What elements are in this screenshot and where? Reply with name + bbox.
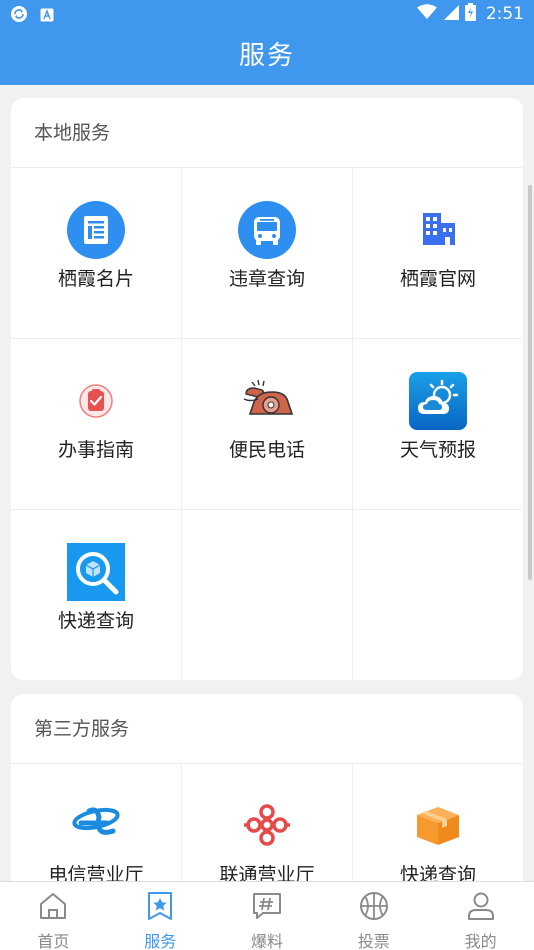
status-time: 2:51 bbox=[485, 4, 524, 24]
service-item-label: 栖霞名片 bbox=[57, 268, 134, 290]
tab-label: 我的 bbox=[464, 932, 497, 950]
weather-icon bbox=[409, 372, 467, 430]
china-telecom-icon bbox=[67, 797, 125, 855]
empty-grid-cell bbox=[353, 510, 523, 680]
app-header: 服务 bbox=[0, 28, 534, 85]
page-title: 服务 bbox=[238, 41, 295, 71]
service-item-qixia-card[interactable]: 栖霞名片 bbox=[11, 168, 182, 339]
service-item-weather[interactable]: 天气预报 bbox=[353, 339, 523, 510]
keyboard-a-icon bbox=[40, 7, 54, 26]
service-item-label: 快递查询 bbox=[399, 864, 476, 881]
wifi-icon bbox=[416, 4, 437, 24]
hash-chat-icon bbox=[251, 890, 283, 926]
service-item-label: 电信营业厅 bbox=[48, 864, 144, 881]
bus-icon bbox=[238, 201, 296, 259]
home-icon bbox=[37, 890, 69, 926]
user-icon bbox=[465, 890, 497, 926]
status-bar: 2:51 bbox=[0, 0, 534, 28]
service-item-express-third-party[interactable]: 快递查询 bbox=[353, 764, 523, 881]
service-item-qixia-website[interactable]: 栖霞官网 bbox=[353, 168, 523, 339]
service-item-label: 快递查询 bbox=[57, 610, 134, 632]
service-item-label: 天气预报 bbox=[399, 439, 476, 461]
tab-vote[interactable]: 投票 bbox=[320, 882, 427, 950]
sync-icon bbox=[10, 5, 28, 27]
service-item-label: 联通营业厅 bbox=[219, 864, 315, 881]
tab-label: 爆料 bbox=[250, 932, 283, 950]
tab-service[interactable]: 服务 bbox=[107, 882, 214, 950]
service-item-express[interactable]: 快递查询 bbox=[11, 510, 182, 680]
section-title: 本地服务 bbox=[11, 98, 523, 168]
third-party-services-card: 第三方服务 电信营业厅 联通营业厅 快递查询 bbox=[11, 694, 523, 881]
tab-mine[interactable]: 我的 bbox=[427, 882, 534, 950]
tab-label: 服务 bbox=[144, 932, 177, 950]
tab-home[interactable]: 首页 bbox=[0, 882, 107, 950]
service-item-label: 违章查询 bbox=[228, 268, 305, 290]
basketball-icon bbox=[358, 890, 390, 926]
china-unicom-icon bbox=[238, 797, 296, 855]
clipboard-check-icon bbox=[67, 372, 125, 430]
service-item-label: 便民电话 bbox=[228, 439, 305, 461]
star-bookmark-icon bbox=[144, 890, 176, 926]
battery-icon bbox=[464, 3, 476, 25]
signal-icon bbox=[443, 4, 459, 24]
service-item-telecom[interactable]: 电信营业厅 bbox=[11, 764, 182, 881]
service-grid: 栖霞名片 违章查询 栖霞官网 办事指南 便民电话 天气预报 快递查询 bbox=[11, 168, 523, 680]
building-icon bbox=[409, 201, 467, 259]
service-grid: 电信营业厅 联通营业厅 快递查询 bbox=[11, 764, 523, 881]
document-icon bbox=[67, 201, 125, 259]
bottom-tab-bar: 首页 服务 爆料 投票 我的 bbox=[0, 881, 534, 950]
empty-grid-cell bbox=[182, 510, 353, 680]
tab-label: 投票 bbox=[357, 932, 390, 950]
service-item-label: 办事指南 bbox=[57, 439, 134, 461]
local-services-card: 本地服务 栖霞名片 违章查询 栖霞官网 办事指南 便民电话 天气预报 快递查询 bbox=[11, 98, 523, 680]
tab-tip-off[interactable]: 爆料 bbox=[214, 882, 321, 950]
package-search-icon bbox=[67, 543, 125, 601]
service-item-hotline[interactable]: 便民电话 bbox=[182, 339, 353, 510]
tab-label: 首页 bbox=[37, 932, 70, 950]
scrollbar[interactable] bbox=[528, 185, 532, 580]
service-item-violation-query[interactable]: 违章查询 bbox=[182, 168, 353, 339]
service-item-label: 栖霞官网 bbox=[399, 268, 476, 290]
service-item-unicom[interactable]: 联通营业厅 bbox=[182, 764, 353, 881]
package-box-icon bbox=[409, 797, 467, 855]
service-item-guide[interactable]: 办事指南 bbox=[11, 339, 182, 510]
section-title: 第三方服务 bbox=[11, 694, 523, 764]
service-scroll-area[interactable]: 本地服务 栖霞名片 违章查询 栖霞官网 办事指南 便民电话 天气预报 快递查询 … bbox=[0, 85, 534, 881]
rotary-phone-icon bbox=[238, 372, 296, 430]
